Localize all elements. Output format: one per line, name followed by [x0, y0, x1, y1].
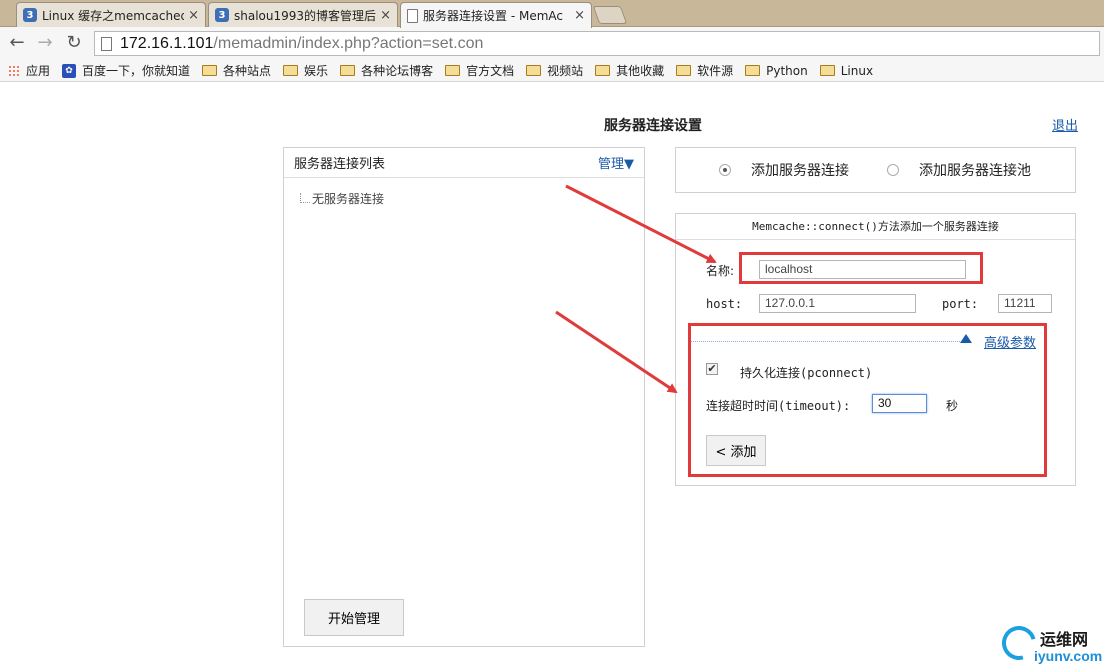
watermark-logo: 运维网 iyunv.com — [995, 619, 1104, 672]
watermark-line2: iyunv.com — [1034, 648, 1103, 664]
watermark-line1: 运维网 — [1040, 630, 1089, 649]
annotation-arrows — [555, 184, 717, 394]
arrow-to-name — [565, 184, 717, 264]
close-icon[interactable]: × — [574, 8, 585, 23]
page-icon — [407, 8, 418, 23]
tab-server-settings[interactable]: 服务器连接设置 - MemAc × — [400, 2, 592, 28]
tab-title: 服务器连接设置 - MemAc — [423, 9, 563, 23]
arrow-to-advanced — [555, 310, 678, 394]
